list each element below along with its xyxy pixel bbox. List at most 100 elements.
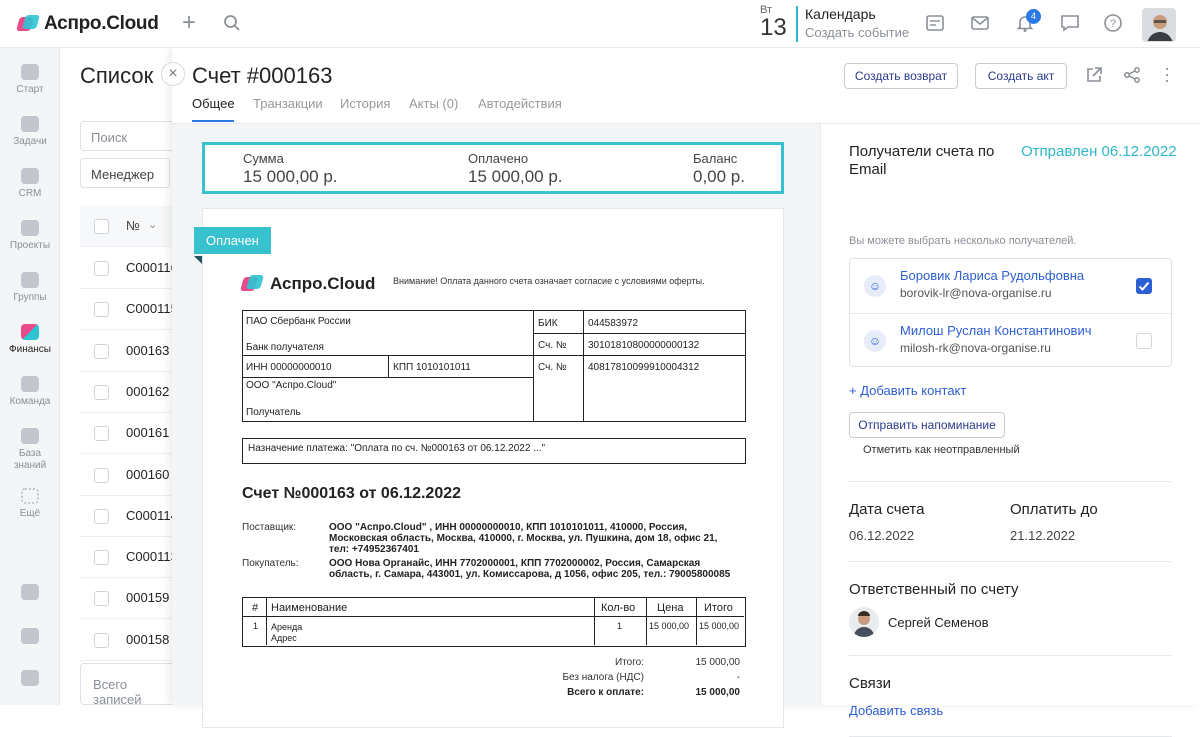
row-number[interactable]: С000113 — [126, 549, 178, 564]
person-icon: ☺ — [864, 330, 886, 352]
doc-logo-text: Аспро.Cloud — [270, 274, 376, 293]
row-number[interactable]: 000158 — [126, 632, 169, 647]
column-number[interactable]: № — [126, 218, 140, 233]
list-item[interactable]: 000160 — [80, 455, 180, 496]
open-external-icon[interactable] — [1085, 66, 1103, 89]
plus-icon[interactable]: + — [182, 11, 196, 35]
tab-underline — [192, 120, 234, 122]
responsible-name[interactable]: Сергей Семенов — [888, 615, 989, 630]
mark-unsent-link[interactable]: Отметить как неотправленный — [863, 444, 1020, 456]
list-item[interactable]: С000113 — [80, 537, 180, 579]
divider — [849, 655, 1172, 656]
sidebar-item-team[interactable]: Команда — [0, 376, 60, 407]
responsible-title: Ответственный по счету — [849, 581, 1019, 598]
sidebar-item-knowledge[interactable]: База знаний — [0, 428, 60, 472]
row-number[interactable]: 000159 — [126, 590, 169, 605]
row-number[interactable]: 000163 — [126, 343, 169, 358]
row-checkbox[interactable] — [94, 591, 109, 607]
balance-label: Баланс — [693, 151, 738, 166]
recipient-checkbox-checked[interactable] — [1136, 278, 1152, 294]
list-footer: Всего записей — [80, 663, 180, 707]
tasks-icon — [21, 116, 39, 132]
add-contact-link[interactable]: + Добавить контакт — [849, 383, 966, 398]
notes-icon[interactable] — [925, 13, 945, 37]
row-number[interactable]: 000162 — [126, 384, 169, 399]
calendar-title[interactable]: Календарь — [805, 6, 876, 22]
sidebar-item-start[interactable]: Старт — [0, 64, 60, 95]
chevron-down-icon[interactable]: ⌄ — [148, 218, 157, 231]
grand-total-label: Всего к оплате: — [567, 687, 644, 698]
recipient-item[interactable]: ☺ Боровик Лариса Рудольфовна borovik-lr@no… — [850, 259, 1171, 313]
tab-history[interactable]: История — [340, 96, 390, 111]
sidebar-item-tasks[interactable]: Задачи — [0, 116, 60, 147]
settings-icon[interactable] — [21, 628, 39, 644]
row-checkbox[interactable] — [94, 467, 109, 483]
list-item[interactable]: 000158 — [80, 620, 180, 661]
recipient-name[interactable]: Боровик Лариса Рудольфовна — [900, 268, 1084, 283]
list-item[interactable]: 000163 — [80, 331, 180, 372]
select-all-checkbox[interactable] — [94, 219, 109, 234]
row-checkbox[interactable] — [94, 550, 109, 566]
invoice-date-label: Дата счета — [849, 501, 925, 518]
list-item[interactable]: С000114 — [80, 496, 180, 537]
row-checkbox[interactable] — [94, 302, 109, 318]
user-avatar[interactable] — [1142, 8, 1176, 42]
list-item[interactable]: 000162 — [80, 372, 180, 413]
app-icon[interactable] — [21, 584, 39, 600]
help-icon[interactable]: ? — [1103, 13, 1123, 37]
list-search-input[interactable]: Поиск — [80, 121, 180, 151]
tab-transactions[interactable]: Транзакции — [253, 96, 323, 111]
add-link-button[interactable]: Добавить связь — [849, 703, 943, 718]
row-number[interactable]: 000160 — [126, 467, 169, 482]
share-icon[interactable] — [1123, 66, 1141, 89]
create-event-link[interactable]: Создать событие — [805, 25, 909, 40]
sidebar-item-groups[interactable]: Группы — [0, 272, 60, 303]
support-icon[interactable] — [21, 670, 39, 686]
list-item[interactable]: С000115 — [80, 289, 180, 331]
list-item[interactable]: 000159 — [80, 578, 180, 620]
grand-total-value: 15 000,00 — [695, 687, 741, 698]
row-checkbox[interactable] — [94, 261, 109, 276]
chat-icon[interactable] — [1060, 13, 1080, 37]
due-date-value[interactable]: 21.12.2022 — [1010, 528, 1075, 543]
tab-general[interactable]: Общее — [192, 96, 235, 111]
close-panel-button[interactable]: × — [161, 62, 185, 86]
row-checkbox[interactable] — [94, 426, 109, 442]
row-checkbox[interactable] — [94, 508, 109, 524]
search-icon[interactable] — [223, 14, 241, 36]
logo-text[interactable]: Аспро.Cloud — [44, 13, 159, 35]
recipient-item[interactable]: ☺ Милош Руслан Константинович milosh-rk@no… — [850, 313, 1171, 367]
send-reminder-button[interactable]: Отправить напоминание — [849, 412, 1005, 438]
create-return-button[interactable]: Создать возврат — [844, 63, 958, 89]
recipient-checkbox[interactable] — [1136, 333, 1152, 349]
paid-value: 15 000,00 р. — [468, 167, 563, 186]
sidebar-item-crm[interactable]: CRM — [0, 168, 60, 199]
divider — [849, 561, 1172, 562]
list-item[interactable]: 000161 — [80, 413, 180, 455]
supplier-label: Поставщик: — [242, 522, 297, 533]
list-item[interactable]: С000116 — [80, 248, 180, 289]
row-number[interactable]: С000114 — [126, 508, 178, 523]
recipient-name[interactable]: Милош Руслан Константинович — [900, 323, 1092, 338]
row-checkbox[interactable] — [94, 343, 109, 359]
row-number[interactable]: С000115 — [126, 301, 178, 316]
row-number[interactable]: С000116 — [126, 260, 178, 275]
calendar-day[interactable]: 13 — [760, 14, 787, 42]
manager-filter[interactable]: Менеджер — [80, 158, 170, 188]
create-act-button[interactable]: Создать акт — [975, 63, 1067, 89]
sidebar-item-finance[interactable]: Финансы — [0, 324, 60, 355]
finance-icon — [21, 324, 39, 340]
tab-autoactions[interactable]: Автодействия — [478, 96, 562, 111]
more-vertical-icon[interactable]: · · · — [1164, 59, 1170, 89]
balance-value: 0,00 р. — [693, 167, 745, 186]
tab-acts[interactable]: Акты (0) — [409, 96, 458, 111]
row-checkbox[interactable] — [94, 632, 109, 648]
row-number[interactable]: 000161 — [126, 425, 169, 440]
kpp-value: КПП 1010101011 — [393, 362, 471, 373]
invoice-date-value[interactable]: 06.12.2022 — [849, 528, 914, 543]
doc-notice: Внимание! Оплата данного счета означает … — [393, 276, 705, 286]
sidebar-item-more[interactable]: Ещё — [0, 488, 60, 519]
row-checkbox[interactable] — [94, 384, 109, 400]
mail-icon[interactable] — [970, 13, 990, 37]
sidebar-item-projects[interactable]: Проекты — [0, 220, 60, 251]
